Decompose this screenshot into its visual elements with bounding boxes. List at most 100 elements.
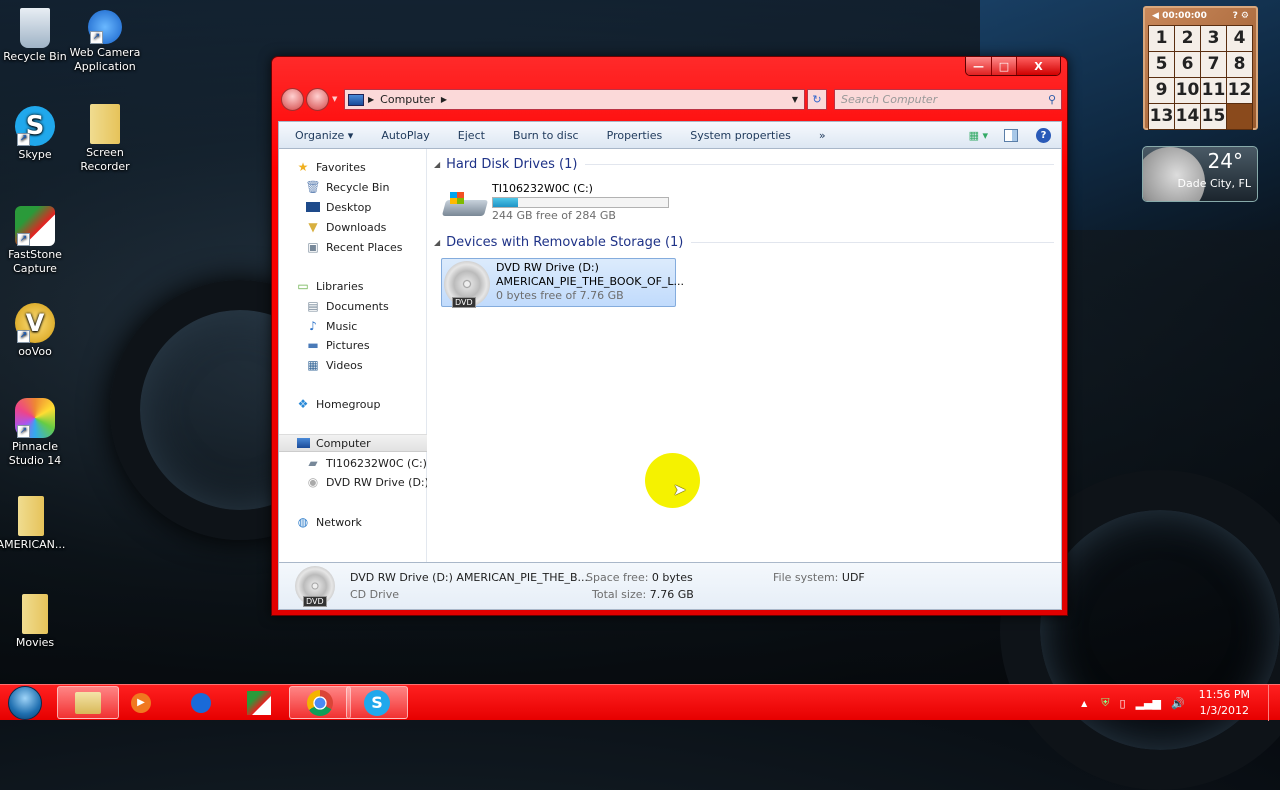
- shortcut-arrow-icon: ↗: [17, 425, 30, 438]
- minimize-button[interactable]: —: [966, 57, 992, 75]
- group-header-removable-storage[interactable]: ◢ Devices with Removable Storage (1): [434, 235, 1054, 250]
- puzzle-empty-slot[interactable]: [1227, 104, 1252, 129]
- desktop-icon-recycle-bin[interactable]: Recycle Bin: [0, 8, 73, 64]
- desktop-icon-pinnacle[interactable]: ↗ Pinnacle Studio 14: [0, 398, 73, 468]
- volume-icon[interactable]: 🔊: [1171, 697, 1185, 710]
- puzzle-tile[interactable]: 3: [1201, 26, 1226, 51]
- nav-recycle-bin[interactable]: 🗑 Recycle Bin: [305, 178, 451, 196]
- nav-documents[interactable]: ▤ Documents: [305, 297, 451, 315]
- documents-icon: ▤: [307, 299, 319, 313]
- puzzle-tile[interactable]: 10: [1175, 78, 1200, 103]
- antivirus-icon[interactable]: ⛨: [1101, 696, 1109, 710]
- homegroup-icon: ❖: [297, 397, 309, 411]
- drive-item-d[interactable]: DVD DVD RW Drive (D:) AMERICAN_PIE_THE_B…: [441, 258, 684, 308]
- puzzle-tile[interactable]: 2: [1175, 26, 1200, 51]
- puzzle-tile[interactable]: 11: [1201, 78, 1226, 103]
- drive-free-space: 0 bytes free of 7.76 GB: [496, 289, 624, 302]
- nav-downloads[interactable]: ▼ Downloads: [305, 218, 451, 236]
- breadcrumb-separator-icon[interactable]: ▶: [441, 95, 447, 104]
- folder-icon: [90, 104, 120, 144]
- nav-drive-d[interactable]: ◉DVD RW Drive (D:) A: [305, 473, 427, 491]
- refresh-button[interactable]: ↻: [807, 89, 827, 110]
- breadcrumb-computer[interactable]: Computer: [380, 93, 435, 106]
- address-dropdown-icon[interactable]: ▼: [792, 95, 798, 104]
- eject-button[interactable]: Eject: [444, 129, 499, 142]
- battery-icon[interactable]: ▯: [1120, 697, 1126, 710]
- search-input[interactable]: Search Computer ⚲: [834, 89, 1062, 110]
- puzzle-tile[interactable]: 12: [1227, 78, 1252, 103]
- puzzle-tile[interactable]: 7: [1201, 52, 1226, 77]
- oovoo-icon: V ↗: [15, 303, 55, 343]
- collapse-icon[interactable]: ◢: [434, 238, 440, 247]
- nav-network[interactable]: ◍ Network: [295, 513, 441, 531]
- back-button[interactable]: [281, 88, 304, 111]
- puzzle-tile[interactable]: 9: [1149, 78, 1174, 103]
- recent-pages-dropdown[interactable]: ▼: [332, 95, 337, 103]
- signal-icon[interactable]: ▂▄▆: [1136, 697, 1161, 710]
- recent-places-icon: ▣: [307, 240, 319, 254]
- properties-button[interactable]: Properties: [593, 129, 677, 142]
- nav-libraries[interactable]: ▭ Libraries: [295, 277, 441, 295]
- nav-videos[interactable]: ▦ Videos: [305, 356, 451, 374]
- puzzle-tile[interactable]: 6: [1175, 52, 1200, 77]
- puzzle-timer: ◀ 00:00:00: [1152, 11, 1207, 21]
- collapse-icon[interactable]: ◢: [434, 160, 440, 169]
- clock[interactable]: 11:56 PM 1/3/2012: [1199, 687, 1250, 719]
- desktop-icon-faststone[interactable]: ↗ FastStone Capture: [0, 206, 73, 276]
- nav-pictures[interactable]: ▬ Pictures: [305, 336, 451, 354]
- computer-icon: [348, 93, 364, 106]
- taskbar-skype[interactable]: S: [346, 686, 408, 719]
- desktop-icon-american-folder[interactable]: AMERICAN...: [0, 496, 69, 552]
- desktop-icon-skype[interactable]: S ↗ Skype: [0, 106, 73, 162]
- puzzle-grid: 1 2 3 4 5 6 7 8 9 10 11 12 13 14 15: [1148, 25, 1253, 130]
- help-icon[interactable]: ?: [1036, 127, 1051, 143]
- system-properties-button[interactable]: System properties: [676, 129, 805, 142]
- nav-computer[interactable]: Computer: [279, 434, 427, 452]
- webcam-icon: [191, 692, 211, 713]
- slide-puzzle-gadget[interactable]: ◀ 00:00:00? ⚙ 1 2 3 4 5 6 7 8 9 10 11 12 13 14 15: [1143, 6, 1258, 130]
- show-desktop-button[interactable]: [1268, 685, 1280, 721]
- puzzle-tile[interactable]: 14: [1175, 104, 1200, 129]
- nav-drive-c[interactable]: ▰ TI106232W0C (C:): [305, 454, 451, 472]
- taskbar-chrome[interactable]: [289, 686, 351, 719]
- puzzle-tile[interactable]: 15: [1201, 104, 1226, 129]
- puzzle-tile[interactable]: 5: [1149, 52, 1174, 77]
- nav-desktop[interactable]: Desktop: [305, 198, 451, 216]
- puzzle-tile[interactable]: 13: [1149, 104, 1174, 129]
- breadcrumb-separator-icon: ▶: [368, 95, 375, 104]
- close-button[interactable]: X: [1017, 57, 1060, 75]
- nav-recent-places[interactable]: ▣ Recent Places: [305, 238, 451, 256]
- desktop-icon-oovoo[interactable]: V ↗ ooVoo: [0, 303, 73, 359]
- desktop-icon-web-camera[interactable]: ↗ Web Camera Application: [67, 10, 143, 74]
- downloads-icon: ▼: [308, 220, 318, 234]
- puzzle-tile[interactable]: 4: [1227, 26, 1252, 51]
- group-header-hard-disk-drives[interactable]: ◢ Hard Disk Drives (1): [434, 157, 1054, 172]
- show-hidden-icons[interactable]: ▲: [1081, 699, 1087, 708]
- puzzle-help-icon[interactable]: ? ⚙: [1233, 11, 1249, 25]
- start-button[interactable]: [8, 686, 42, 720]
- drive-item-c[interactable]: TI106232W0C (C:) 244 GB free of 284 GB: [441, 182, 669, 223]
- taskbar-webcam[interactable]: [170, 686, 232, 719]
- nav-favorites[interactable]: ★ Favorites: [295, 158, 441, 176]
- desktop-icon-screen-recorder[interactable]: Screen Recorder: [67, 104, 143, 174]
- nav-music[interactable]: ♪ Music: [305, 317, 451, 335]
- address-bar[interactable]: ▶ Computer ▶ ▼: [344, 89, 805, 110]
- drive-name: TI106232W0C (C:): [492, 182, 593, 195]
- organize-button[interactable]: Organize ▾: [279, 129, 367, 142]
- command-bar: Organize ▾ AutoPlay Eject Burn to disc P…: [278, 121, 1062, 149]
- puzzle-tile[interactable]: 8: [1227, 52, 1252, 77]
- desktop-icon-movies[interactable]: Movies: [0, 594, 73, 650]
- preview-pane-icon[interactable]: [1004, 128, 1018, 142]
- autoplay-button[interactable]: AutoPlay: [367, 129, 443, 142]
- maximize-button[interactable]: □: [992, 57, 1017, 75]
- weather-gadget[interactable]: 24° Dade City, FL: [1142, 146, 1258, 202]
- forward-button[interactable]: [306, 88, 329, 111]
- more-commands-button[interactable]: »: [805, 129, 840, 142]
- change-view-icon[interactable]: ▦ ▾: [969, 129, 988, 142]
- nav-homegroup[interactable]: ❖ Homegroup: [295, 395, 441, 413]
- recycle-bin-icon: 🗑: [305, 180, 321, 194]
- taskbar-faststone[interactable]: [228, 686, 290, 719]
- burn-to-disc-button[interactable]: Burn to disc: [499, 129, 593, 142]
- puzzle-tile[interactable]: 1: [1149, 26, 1174, 51]
- taskbar-media-player[interactable]: ▶: [110, 686, 172, 719]
